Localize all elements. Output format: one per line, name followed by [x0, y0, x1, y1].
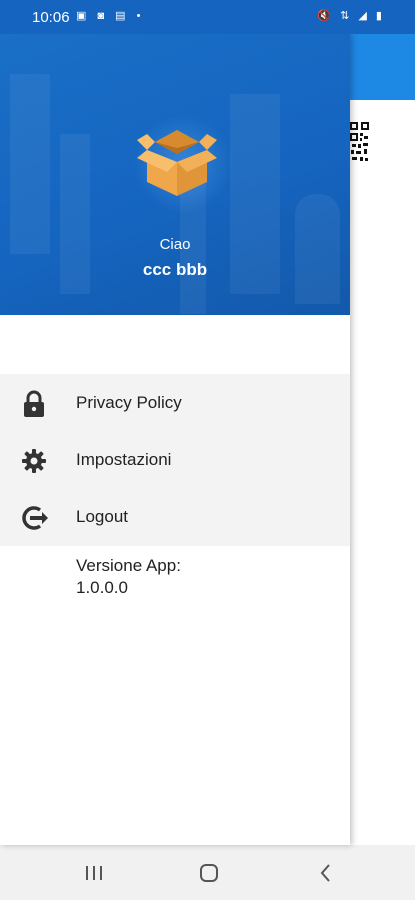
app-version: Versione App: 1.0.0.0	[76, 555, 181, 599]
menu-item-logout[interactable]: Logout	[0, 488, 350, 545]
package-box-icon	[137, 130, 217, 196]
drawer-header: Ciao ccc bbb	[0, 34, 350, 315]
version-value: 1.0.0.0	[76, 578, 128, 597]
back-icon[interactable]	[314, 861, 338, 885]
header-building-decoration	[10, 74, 50, 254]
logout-icon	[22, 506, 48, 530]
system-navigation-bar	[0, 845, 415, 900]
menu-item-privacy-policy[interactable]: Privacy Policy	[0, 374, 350, 431]
system-status-icons: 🔇 ⇅ ◢ ▮	[317, 10, 385, 22]
qr-code-icon[interactable]	[350, 122, 370, 164]
background-app	[350, 34, 415, 845]
notification-icons: ▣ ◙ ▤ •	[76, 10, 145, 22]
recents-icon[interactable]	[82, 861, 106, 885]
greeting-text: Ciao	[159, 236, 191, 253]
menu-item-settings[interactable]: Impostazioni	[0, 431, 350, 488]
status-bar: 10:06 ▣ ◙ ▤ • 🔇 ⇅ ◢ ▮	[0, 0, 415, 34]
menu-item-label: Privacy Policy	[76, 393, 182, 412]
user-name: ccc bbb	[142, 260, 208, 279]
menu-item-label: Logout	[76, 507, 128, 526]
status-time: 10:06	[32, 9, 70, 26]
background-toolbar	[350, 34, 415, 100]
navigation-drawer: Ciao ccc bbb Privacy Policy Impostazioni…	[0, 34, 350, 845]
home-icon[interactable]	[197, 861, 221, 885]
menu-item-label: Impostazioni	[76, 450, 172, 469]
drawer-menu: Privacy Policy Impostazioni Logout	[0, 374, 350, 546]
version-label: Versione App:	[76, 556, 181, 575]
gear-icon	[22, 449, 46, 473]
lock-icon	[24, 390, 44, 417]
